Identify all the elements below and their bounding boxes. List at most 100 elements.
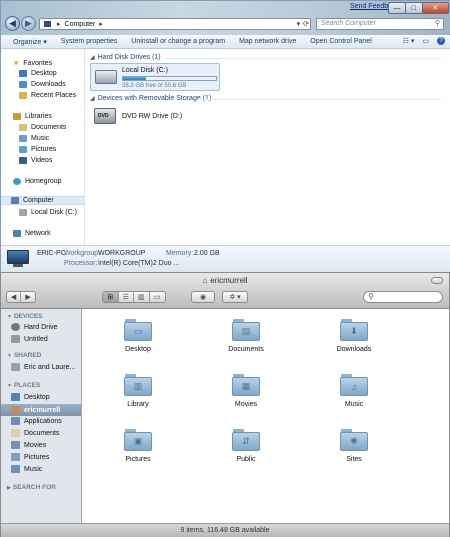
search-placeholder: Search Computer <box>321 20 376 27</box>
folder-movies[interactable]: ▦ Movies <box>206 374 286 408</box>
sidebar-label: Network <box>25 230 51 237</box>
help-icon[interactable]: ? <box>437 37 445 45</box>
breadcrumb-chevron-icon[interactable]: ▸ <box>57 20 61 28</box>
sidebar-item-music[interactable]: Music <box>19 135 49 142</box>
folder-sites[interactable]: ✺ Sites <box>314 429 394 463</box>
hard-drive-icon <box>95 70 117 84</box>
collapse-triangle-icon[interactable]: ◢ <box>90 54 95 61</box>
downloads-icon <box>19 81 27 88</box>
folder-label: Documents <box>228 346 264 353</box>
explorer-window: Send Feedback — □ ✕ ◀ ▶ ▸ Computer ▸ ▾ ⟳… <box>0 0 450 273</box>
sidebar-item-desktop[interactable]: Desktop <box>11 393 50 401</box>
quick-look-eye-icon[interactable]: ◉ <box>192 292 214 302</box>
dvd-badge: DVD <box>98 113 109 119</box>
folder-music[interactable]: ♫ Music <box>314 374 394 408</box>
gear-icon[interactable]: ✲ ▾ <box>223 292 247 302</box>
star-icon: ★ <box>13 60 20 67</box>
local-disk-tile[interactable]: Local Disk (C:) 38.3 GB free of 50.6 GB <box>90 63 220 91</box>
column-view-button[interactable]: ▥ <box>134 292 150 302</box>
open-control-panel-button[interactable]: Open Control Panel <box>310 38 371 45</box>
sidebar-network[interactable]: Network <box>13 230 51 237</box>
change-view-icon[interactable]: ☷ ▾ <box>403 37 415 45</box>
sidebar-item-ericmurrell[interactable]: ericmurrell <box>1 404 81 416</box>
preview-pane-icon[interactable]: ▭ <box>422 37 429 45</box>
sidebar-homegroup[interactable]: Homegroup <box>13 178 62 185</box>
folder-desktop[interactable]: ▭ Desktop <box>98 319 178 353</box>
folder-library[interactable]: ▥ Library <box>98 374 178 408</box>
icon-view-button[interactable]: ⊞ <box>103 292 119 302</box>
sidebar-libraries[interactable]: Libraries <box>13 113 52 120</box>
sidebar-item-downloads[interactable]: Downloads <box>19 81 66 88</box>
toolbar-toggle-button[interactable] <box>431 277 443 284</box>
sidebar-label: Music <box>24 465 43 473</box>
organize-button[interactable]: Organize ▾ <box>13 38 47 46</box>
folder-public[interactable]: ⇵ Public <box>206 429 286 463</box>
maximize-button[interactable]: □ <box>404 2 423 14</box>
folder-label: Desktop <box>125 346 151 353</box>
command-bar: Organize ▾ System properties Uninstall o… <box>1 35 450 49</box>
folder-downloads[interactable]: ⬇ Downloads <box>314 319 394 353</box>
forward-button[interactable]: ▶ <box>21 16 36 31</box>
folder-pictures[interactable]: ▣ Pictures <box>98 429 178 463</box>
sidebar-item-shared-computer[interactable]: Eric and Laure... <box>11 363 75 371</box>
sidebar-section-search-for[interactable]: ▶ SEARCH FOR <box>7 484 56 491</box>
sidebar-section-devices[interactable]: ▼ DEVICES <box>7 313 43 320</box>
sidebar-item-documents[interactable]: Documents <box>19 124 66 131</box>
finder-window: ⌂ ericmurrell ◀ ▶ ⊞ ☰ ▥ ▭ ◉ ✲ ▾ ⚲ ▼ DEVICE… <box>0 272 450 537</box>
collapse-triangle-icon[interactable]: ◢ <box>90 95 95 102</box>
sidebar-label: Desktop <box>24 393 50 401</box>
sidebar-label: Untitled <box>24 335 48 343</box>
folder-label: Movies <box>234 401 258 408</box>
list-view-button[interactable]: ☰ <box>119 292 135 302</box>
refresh-icon[interactable]: ⟳ <box>303 20 309 28</box>
explorer-search-input[interactable]: Search Computer ⚲ <box>316 18 444 30</box>
group-removable-storage[interactable]: ◢ Devices with Removable Storage (1) <box>90 95 211 102</box>
sidebar-item-applications[interactable]: Applications <box>11 417 62 425</box>
coverflow-view-button[interactable]: ▭ <box>150 292 165 302</box>
close-button[interactable]: ✕ <box>421 2 449 14</box>
sidebar-item-local-disk[interactable]: Local Disk (C:) <box>19 209 77 216</box>
finder-back-button[interactable]: ◀ <box>7 292 22 302</box>
sidebar-item-pictures[interactable]: Pictures <box>11 453 49 461</box>
sidebar-favorites[interactable]: ★ Favorites <box>13 59 53 68</box>
breadcrumb-computer[interactable]: Computer <box>65 21 96 28</box>
breadcrumb-chevron-icon[interactable]: ▸ <box>99 20 103 28</box>
search-icon[interactable]: ⚲ <box>435 19 440 29</box>
sidebar-section-shared[interactable]: ▼ SHARED <box>7 352 41 359</box>
sidebar-item-hard-drive[interactable]: Hard Drive <box>11 323 57 331</box>
folder-documents[interactable]: ▤ Documents <box>206 319 286 353</box>
uninstall-program-button[interactable]: Uninstall or change a program <box>131 38 225 45</box>
music-icon <box>11 465 20 473</box>
finder-title: ⌂ ericmurrell <box>1 276 449 285</box>
finder-forward-button[interactable]: ▶ <box>21 292 35 302</box>
group-label: Devices with Removable Storage (1) <box>97 95 212 102</box>
details-pane: ERIC-PC Workgroup: WORKGROUP Memory: 2.0… <box>1 245 450 273</box>
workgroup-label: Workgroup: <box>64 250 101 257</box>
sidebar-item-movies[interactable]: Movies <box>11 441 46 449</box>
finder-search-input[interactable]: ⚲ <box>363 291 443 303</box>
sidebar-item-videos[interactable]: Videos <box>19 157 52 164</box>
sidebar-label: Documents <box>24 429 60 437</box>
sidebar-label: Applications <box>24 417 62 425</box>
group-hard-disk-drives[interactable]: ◢ Hard Disk Drives (1) <box>90 54 161 61</box>
network-icon <box>13 230 21 237</box>
system-properties-button[interactable]: System properties <box>61 38 117 45</box>
sidebar-item-documents[interactable]: Documents <box>11 429 59 437</box>
sidebar-item-recent-places[interactable]: Recent Places <box>19 92 76 99</box>
sidebar-item-computer[interactable]: Computer <box>1 196 85 205</box>
sidebar-section-places[interactable]: ▼ PLACES <box>7 382 40 389</box>
sidebar-item-untitled[interactable]: Untitled <box>11 335 48 343</box>
minimize-button[interactable]: — <box>388 2 406 14</box>
sidebar-label: Favorites <box>23 59 53 67</box>
folder-label: Downloads <box>336 346 372 353</box>
sidebar-item-pictures[interactable]: Pictures <box>19 146 56 153</box>
dvd-drive-tile[interactable]: DVD DVD RW Drive (D:) <box>94 108 182 124</box>
address-dropdown-icon[interactable]: ▾ <box>297 20 301 28</box>
map-network-drive-button[interactable]: Map network drive <box>239 38 296 45</box>
desktop-icon <box>19 70 27 77</box>
search-icon: ⚲ <box>368 292 374 301</box>
address-bar[interactable]: ▸ Computer ▸ ▾ ⟳ <box>39 18 311 30</box>
sidebar-item-music[interactable]: Music <box>11 465 42 473</box>
back-button[interactable]: ◀ <box>5 16 20 31</box>
sidebar-item-desktop[interactable]: Desktop <box>19 70 57 77</box>
